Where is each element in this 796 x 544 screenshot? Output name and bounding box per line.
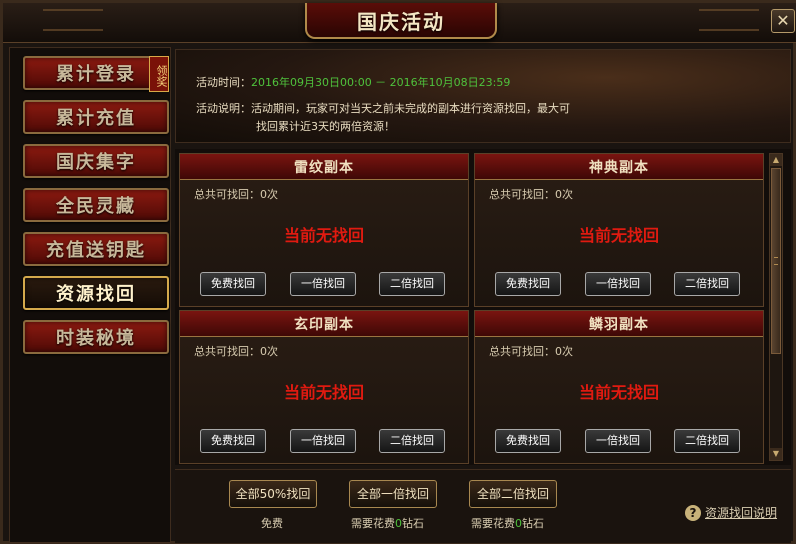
dungeon-list-scrollbar[interactable]: ▲ ▼ <box>769 153 783 461</box>
resource-recovery-help-link[interactable]: ? 资源找回说明 <box>685 504 777 521</box>
recovery-status: 当前无找回 <box>283 383 364 402</box>
sidebar-item-label: 时装秘境 <box>56 328 136 349</box>
all-double-recover-button[interactable]: 全部二倍找回 <box>469 480 557 508</box>
cost-value: 0 <box>395 517 402 530</box>
scroll-grip-icon <box>774 257 778 265</box>
dungeon-card-header: 鳞羽副本 <box>475 311 763 337</box>
activity-description-line2: 找回累计近3天的两倍资源！ <box>256 120 395 133</box>
double-recover-button[interactable]: 二倍找回 <box>674 272 740 296</box>
bulk-recovery-footer: 全部50%找回 免费 全部一倍找回 需要花费0钻石 全部二倍找回 需要花费0钻石… <box>175 469 791 543</box>
dungeon-card-header: 雷纹副本 <box>180 154 468 180</box>
double-recover-button[interactable]: 二倍找回 <box>379 429 445 453</box>
sidebar-item-cumulative-recharge[interactable]: 累计充值 <box>23 100 169 134</box>
activity-time: 活动时间：2016年09月30日00:00 － 2016年10月08日23:59 <box>196 74 510 90</box>
dungeon-card: 玄印副本 总共可找回：0次 当前无找回 免费找回 一倍找回 二倍找回 <box>179 310 469 464</box>
all-double-cost: 需要花费0钻石 <box>471 515 544 531</box>
help-link-label[interactable]: 资源找回说明 <box>705 506 777 520</box>
single-recover-button[interactable]: 一倍找回 <box>585 429 651 453</box>
dungeon-name: 神典副本 <box>589 159 649 176</box>
activity-description-label: 活动说明： <box>196 102 251 115</box>
scroll-thumb[interactable] <box>771 168 781 354</box>
sidebar-item-label: 充值送钥匙 <box>46 240 146 261</box>
dungeon-card: 鳞羽副本 总共可找回：0次 当前无找回 免费找回 一倍找回 二倍找回 <box>474 310 764 464</box>
header-ornament-right <box>699 9 759 31</box>
dungeon-list: 雷纹副本 总共可找回：0次 当前无找回 免费找回 一倍找回 二倍找回 神典副本 … <box>175 149 791 465</box>
activity-description: 活动说明：活动期间，玩家可对当天之前未完成的副本进行资源找回，最大可 <box>196 100 570 116</box>
sidebar-item-collect-words[interactable]: 国庆集字 <box>23 144 169 178</box>
recovery-status: 当前无找回 <box>578 383 659 402</box>
dungeon-card: 雷纹副本 总共可找回：0次 当前无找回 免费找回 一倍找回 二倍找回 <box>179 153 469 307</box>
recovery-count: 总共可找回：0次 <box>489 188 573 201</box>
dungeon-name: 鳞羽副本 <box>589 316 649 333</box>
scroll-down-arrow-icon[interactable]: ▼ <box>770 448 782 460</box>
single-recover-button[interactable]: 一倍找回 <box>290 272 356 296</box>
sidebar-item-cumulative-login[interactable]: 累计登录 领奖 <box>23 56 169 92</box>
single-recover-button[interactable]: 一倍找回 <box>585 272 651 296</box>
cost-value: 0 <box>515 517 522 530</box>
claim-reward-badge[interactable]: 领奖 <box>149 56 169 92</box>
all-single-cost: 需要花费0钻石 <box>351 515 424 531</box>
sidebar-item-resource-recovery[interactable]: 资源找回 <box>23 276 169 310</box>
recovery-count: 总共可找回：0次 <box>194 188 278 201</box>
free-recover-button[interactable]: 免费找回 <box>200 429 266 453</box>
all-single-recover-button[interactable]: 全部一倍找回 <box>349 480 437 508</box>
recovery-status: 当前无找回 <box>283 226 364 245</box>
sidebar-item-label: 全民灵藏 <box>56 196 136 217</box>
cost-prefix: 需要花费 <box>471 517 515 530</box>
recovery-count: 总共可找回：0次 <box>489 345 573 358</box>
title-plate: 国庆活动 <box>305 3 497 39</box>
double-recover-button[interactable]: 二倍找回 <box>674 429 740 453</box>
double-recover-button[interactable]: 二倍找回 <box>379 272 445 296</box>
header-ornament-left <box>43 9 103 31</box>
dungeon-card-header: 玄印副本 <box>180 311 468 337</box>
activity-time-value: 2016年09月30日00:00 － 2016年10月08日23:59 <box>251 76 511 89</box>
sidebar-item-fashion-realm[interactable]: 时装秘境 <box>23 320 169 354</box>
close-button[interactable]: ✕ <box>771 9 795 33</box>
single-recover-button[interactable]: 一倍找回 <box>290 429 356 453</box>
activity-description-line1: 活动期间，玩家可对当天之前未完成的副本进行资源找回，最大可 <box>251 102 570 115</box>
cost-suffix: 钻石 <box>522 517 544 530</box>
sidebar-item-label: 累计登录 <box>56 64 136 85</box>
recovery-status: 当前无找回 <box>578 226 659 245</box>
sidebar-item-label: 累计充值 <box>56 108 136 129</box>
dungeon-card: 神典副本 总共可找回：0次 当前无找回 免费找回 一倍找回 二倍找回 <box>474 153 764 307</box>
recovery-count: 总共可找回：0次 <box>194 345 278 358</box>
activity-time-label: 活动时间： <box>196 76 251 89</box>
question-mark-icon[interactable]: ? <box>685 505 701 521</box>
sidebar-item-label: 国庆集字 <box>56 152 136 173</box>
all-half-recover-button[interactable]: 全部50%找回 <box>229 480 317 508</box>
cost-prefix: 需要花费 <box>351 517 395 530</box>
all-half-cost: 免费 <box>261 517 283 530</box>
dungeon-name: 玄印副本 <box>294 316 354 333</box>
free-recover-button[interactable]: 免费找回 <box>495 272 561 296</box>
activity-window: 国庆活动 ✕ 累计登录 领奖 累计充值 国庆集字 全民灵藏 充值送钥匙 资源找回… <box>0 0 796 544</box>
free-recover-button[interactable]: 免费找回 <box>495 429 561 453</box>
window-header: 国庆活动 ✕ <box>3 3 796 43</box>
cost-suffix: 钻石 <box>402 517 424 530</box>
sidebar: 累计登录 领奖 累计充值 国庆集字 全民灵藏 充值送钥匙 资源找回 时装秘境 <box>9 47 171 543</box>
sidebar-item-recharge-key[interactable]: 充值送钥匙 <box>23 232 169 266</box>
sidebar-item-label: 资源找回 <box>56 284 136 305</box>
scroll-up-arrow-icon[interactable]: ▲ <box>770 154 782 166</box>
activity-info: 活动时间：2016年09月30日00:00 － 2016年10月08日23:59… <box>175 49 791 143</box>
dungeon-card-header: 神典副本 <box>475 154 763 180</box>
dungeon-name: 雷纹副本 <box>294 159 354 176</box>
window-title: 国庆活动 <box>357 9 445 34</box>
sidebar-item-treasure[interactable]: 全民灵藏 <box>23 188 169 222</box>
free-recover-button[interactable]: 免费找回 <box>200 272 266 296</box>
